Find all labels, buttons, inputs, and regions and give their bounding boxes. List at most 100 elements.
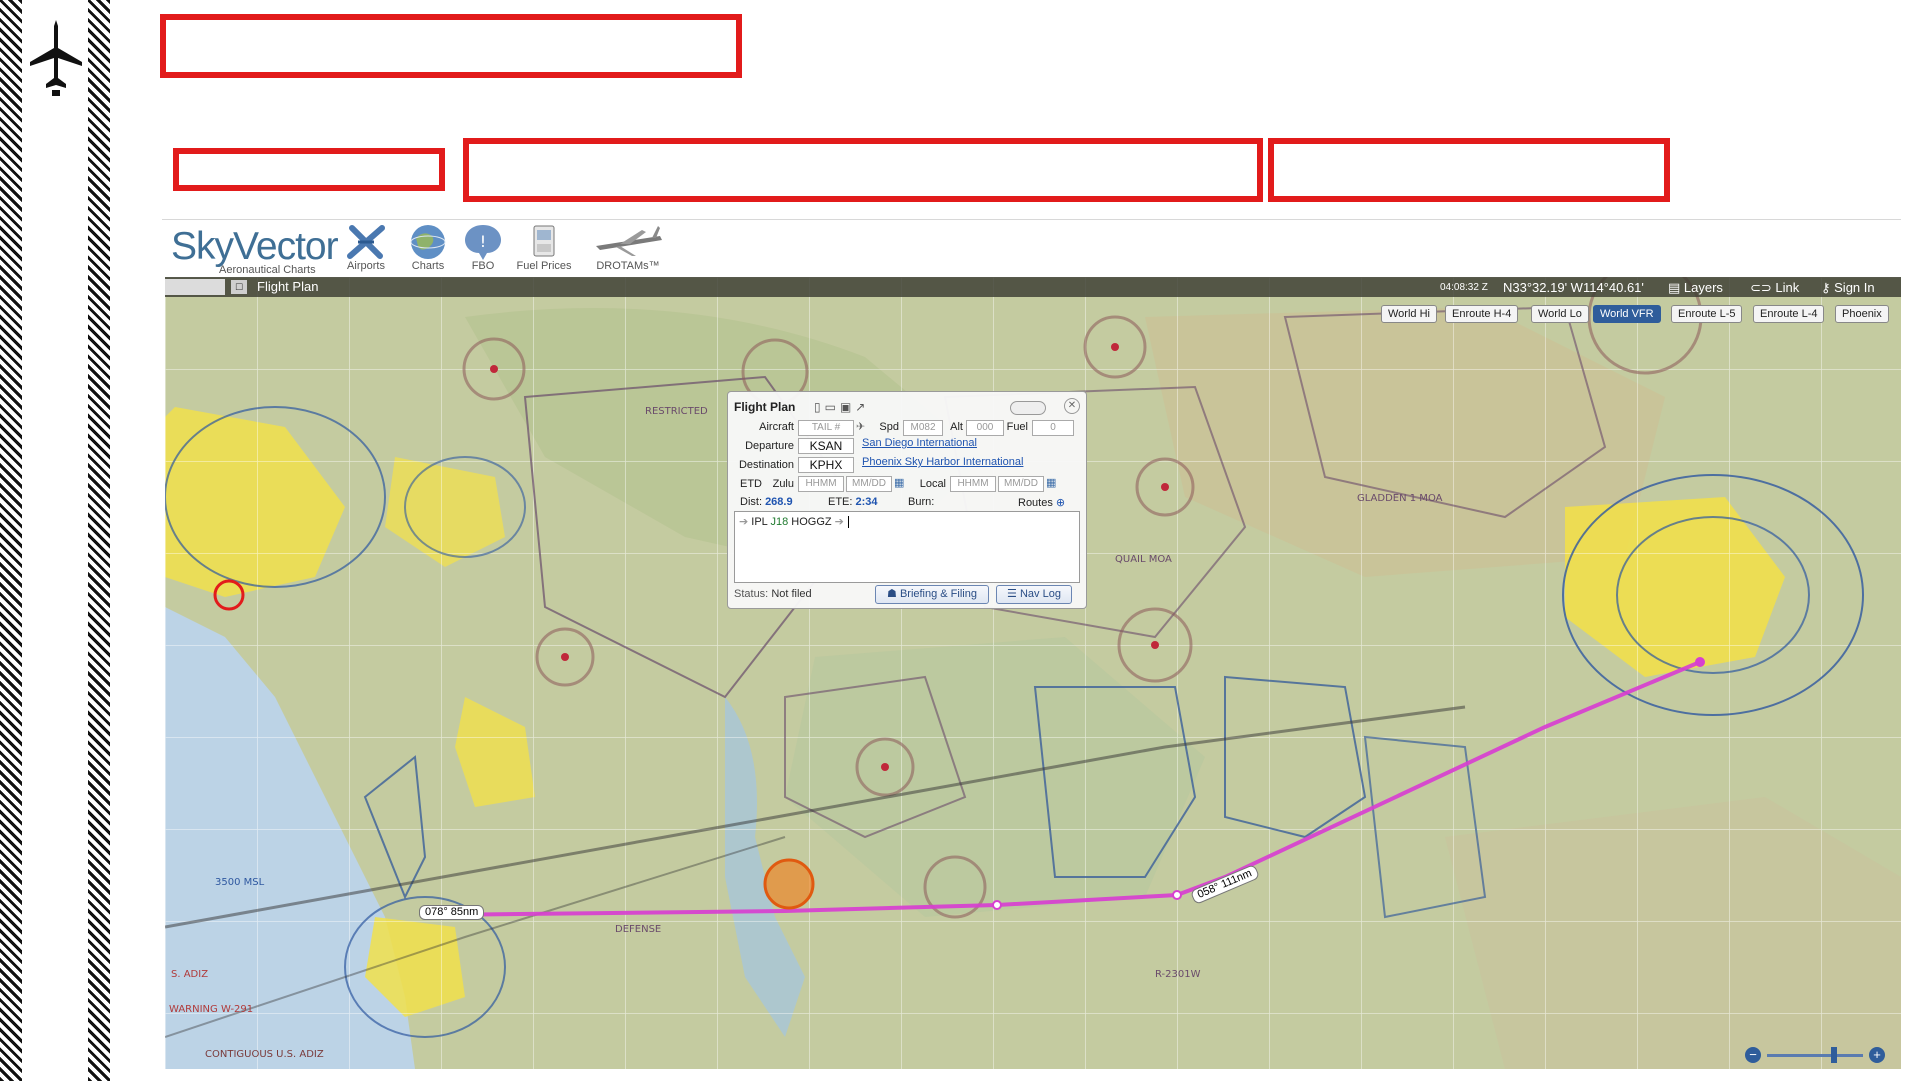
flight-plan-tab[interactable] (165, 279, 225, 295)
flight-plan-label[interactable]: Flight Plan (257, 279, 318, 294)
layers-label: Layers (1683, 280, 1723, 295)
nav-drotams[interactable]: DROTAMs™ (590, 222, 666, 276)
nav-label: FBO (471, 260, 495, 272)
nav-label: DROTAMs™ (596, 260, 660, 272)
nav-fbo[interactable]: ! FBO (451, 222, 515, 276)
key-icon: ⚷ (1821, 280, 1835, 295)
route-leg-label: 078° 85nm (419, 905, 485, 920)
calendar-icon[interactable]: ▦ (1046, 476, 1056, 489)
map-label-restricted: RESTRICTED (645, 406, 708, 417)
route-fix[interactable]: IPL (751, 516, 767, 528)
sign-in-button[interactable]: ⚷ Sign In (1821, 280, 1875, 296)
aircraft-label: Aircraft (759, 421, 794, 433)
zulu-time-input[interactable]: HHMM (798, 476, 844, 492)
layers-icon: ▤ (1668, 280, 1684, 295)
drotams-icon (596, 226, 662, 256)
close-icon[interactable]: ✕ (1064, 398, 1080, 414)
map-label-quail: QUAIL MOA (1115, 554, 1172, 565)
map-label-msl: 3500 MSL (215, 877, 265, 888)
panel-toggle[interactable] (1010, 401, 1046, 415)
departure-label: Departure (745, 440, 794, 452)
arrow-icon: ➔ (739, 516, 749, 528)
nav-log-button[interactable]: ☰ Nav Log (996, 585, 1072, 604)
zoom-control: − + (1745, 1047, 1895, 1065)
chart-tab-phoenix[interactable]: Phoenix (1835, 305, 1889, 323)
distance-label: Dist: (740, 496, 762, 508)
annotation-box-wide (463, 138, 1263, 202)
briefing-label: Briefing & Filing (899, 588, 977, 600)
fuel-input[interactable]: 0 (1032, 420, 1074, 436)
airports-icon (347, 225, 385, 259)
sign-in-label: Sign In (1834, 280, 1875, 295)
route-string: ➔ IPL J18 HOGGZ ➔ (739, 515, 849, 528)
nav-fuel-prices[interactable]: Fuel Prices (512, 222, 576, 276)
chart-tab-world-vfr[interactable]: World VFR (1593, 305, 1661, 323)
zoom-slider-handle[interactable] (1831, 1047, 1837, 1063)
ete-value: 2:34 (855, 496, 878, 508)
destination-label: Destination (738, 459, 794, 471)
brand-tagline: Aeronautical Charts (219, 264, 316, 276)
layers-button[interactable]: ▤ Layers (1668, 280, 1723, 296)
route-input[interactable]: ➔ IPL J18 HOGGZ ➔ (734, 511, 1080, 583)
zoom-out-icon[interactable]: − (1745, 1047, 1761, 1063)
flight-plan-toggle[interactable]: ☐ (231, 280, 247, 294)
aircraft-input[interactable]: TAIL # (798, 420, 854, 436)
zulu-label: Zulu (772, 478, 794, 490)
zoom-slider-track[interactable] (1767, 1054, 1863, 1057)
link-button[interactable]: ⊂⊃ Link (1750, 280, 1799, 296)
flight-plan-title: Flight Plan (734, 400, 796, 414)
map-label-r2301w: R-2301W (1155, 969, 1201, 980)
aircraft-lookup-icon[interactable]: ✈ (856, 420, 865, 433)
speed-input[interactable]: M082 (903, 420, 943, 436)
route-fix[interactable]: HOGGZ (791, 516, 831, 528)
chart-tab-enroute-l4[interactable]: Enroute L-4 (1753, 305, 1825, 323)
briefing-filing-button[interactable]: ☗ Briefing & Filing (875, 585, 989, 604)
header-divider (162, 219, 1901, 220)
routes-button[interactable]: Routes ⊕ (1018, 496, 1065, 509)
nav-label: Airports (347, 260, 385, 272)
chart-tab-world-hi[interactable]: World Hi (1381, 305, 1437, 323)
annotation-box-right (1268, 138, 1670, 202)
destination-input[interactable]: KPHX (798, 457, 854, 473)
annotation-box-small (173, 148, 445, 191)
svg-text:!: ! (480, 232, 486, 251)
distance-readout: Dist: 268.9 (740, 496, 793, 508)
speed-label: Spd (879, 421, 899, 433)
distance-value: 268.9 (765, 496, 793, 508)
filing-status: Status: Not filed (734, 588, 812, 600)
calendar-icon[interactable]: ▦ (894, 476, 904, 489)
fbo-icon: ! (465, 225, 501, 260)
open-folder-icon[interactable]: ▭ (825, 400, 840, 414)
destination-airport-link[interactable]: Phoenix Sky Harbor International (862, 456, 1023, 468)
annotation-box-title (160, 14, 742, 78)
altitude-input[interactable]: 000 (966, 420, 1004, 436)
nav-airports[interactable]: Airports (334, 222, 398, 276)
local-time-input[interactable]: HHMM (950, 476, 996, 492)
status-value: Not filed (771, 588, 812, 600)
zulu-time: 04:08:32 Z (1440, 282, 1488, 293)
text-cursor (847, 516, 849, 528)
nav-label: Fuel Prices (516, 260, 572, 272)
status-label: Status: (734, 588, 769, 600)
skyvector-logo[interactable]: SkyVector Aeronautical Charts (171, 227, 339, 276)
map-label-gladden: GLADDEN 1 MOA (1357, 493, 1443, 504)
zoom-in-icon[interactable]: + (1869, 1047, 1885, 1063)
chart-tab-enroute-h4[interactable]: Enroute H-4 (1445, 305, 1519, 323)
route-airway[interactable]: J18 (770, 516, 788, 528)
departure-airport-link[interactable]: San Diego International (862, 437, 977, 449)
cursor-coordinates: N33°32.19' W114°40.61' (1503, 280, 1644, 295)
departure-input[interactable]: KSAN (798, 438, 854, 454)
chart-tab-world-lo[interactable]: World Lo (1531, 305, 1589, 323)
ete-readout: ETE: 2:34 (828, 496, 878, 508)
new-file-icon[interactable]: ▯ (814, 400, 825, 414)
share-icon[interactable]: ↗ (855, 400, 869, 414)
etd-label: ETD (740, 478, 762, 490)
chart-tab-enroute-l5[interactable]: Enroute L-5 (1671, 305, 1743, 323)
local-date-input[interactable]: MM/DD (998, 476, 1044, 492)
ete-label: ETE: (828, 496, 853, 508)
routes-add-icon: ⊕ (1055, 497, 1066, 509)
zulu-date-input[interactable]: MM/DD (846, 476, 892, 492)
sectional-map[interactable]: RESTRICTED GLADDEN 1 MOA QUAIL MOA DEFEN… (165, 277, 1901, 1069)
save-icon[interactable]: ▣ (840, 400, 855, 414)
map-label-contiguous: CONTIGUOUS U.S. ADIZ (205, 1049, 324, 1060)
